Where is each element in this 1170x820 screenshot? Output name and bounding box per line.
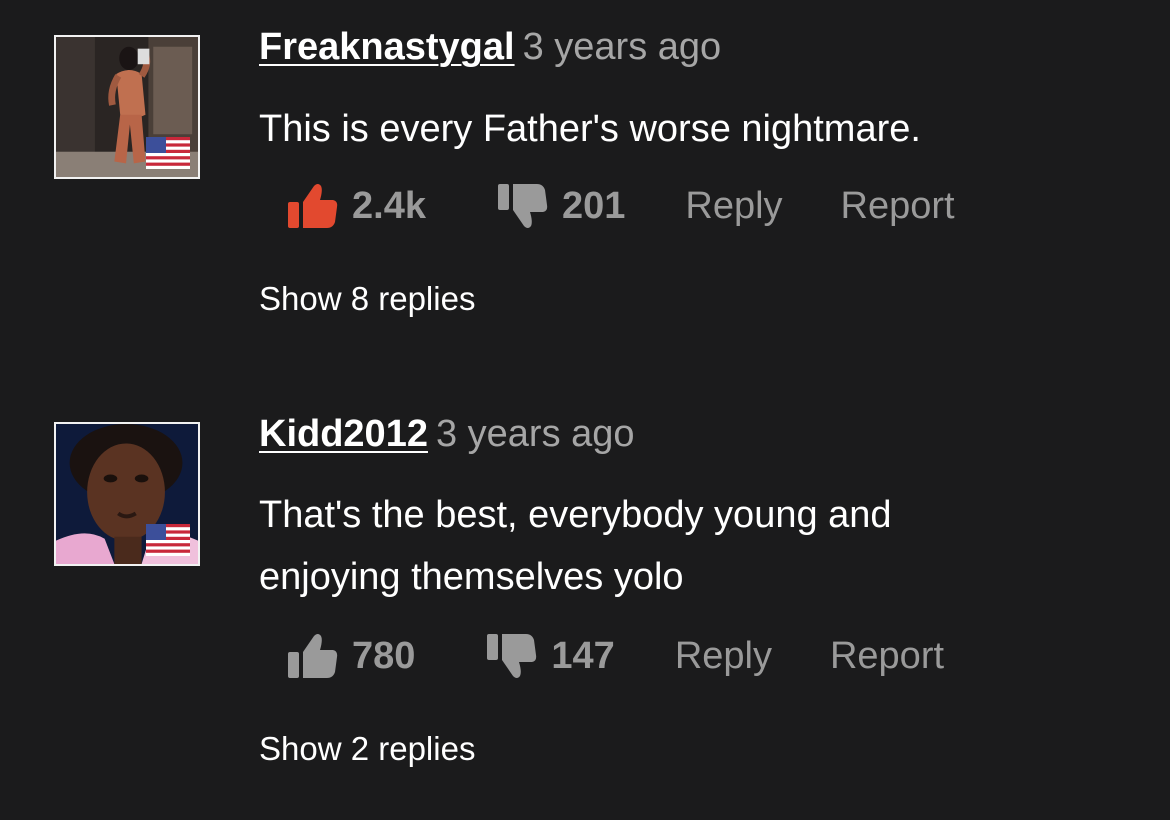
thumbs-down-icon <box>497 184 548 228</box>
comment-actions: 780 147 Reply Report <box>288 631 944 681</box>
reply-button[interactable]: Reply <box>685 185 782 228</box>
like-button[interactable]: 2.4k <box>288 182 426 230</box>
show-replies-link[interactable]: Show 8 replies <box>259 280 475 318</box>
like-count: 2.4k <box>352 184 426 227</box>
username-link[interactable]: Freaknastygal <box>259 26 515 68</box>
us-flag-icon <box>146 137 190 169</box>
thumbs-up-icon <box>288 184 338 228</box>
comment-header: Kidd2012 3 years ago <box>259 413 635 456</box>
like-count: 780 <box>352 634 416 677</box>
thumbs-up-icon <box>288 634 338 678</box>
comment-text: This is every Father's worse nightmare. <box>259 108 921 150</box>
show-replies-link[interactable]: Show 2 replies <box>259 730 475 768</box>
like-button[interactable]: 780 <box>288 632 415 680</box>
timestamp: 3 years ago <box>522 26 722 68</box>
comment-actions: 2.4k 201 Reply Report <box>288 181 955 231</box>
comment-text: That's the best, everybody young and enj… <box>259 494 892 598</box>
thumbs-down-icon <box>487 634 537 678</box>
timestamp: 3 years ago <box>435 413 635 455</box>
dislike-button[interactable]: 201 <box>497 182 626 230</box>
reply-button[interactable]: Reply <box>675 635 772 678</box>
comments-page: Freaknastygal 3 years ago This is every F… <box>0 0 1170 820</box>
report-button[interactable]: Report <box>841 185 955 228</box>
dislike-count: 201 <box>561 184 626 227</box>
us-flag-icon <box>146 524 190 556</box>
dislike-count: 147 <box>551 634 615 677</box>
report-button[interactable]: Report <box>830 635 944 678</box>
comment-header: Freaknastygal 3 years ago <box>259 26 721 69</box>
avatar[interactable] <box>54 422 200 566</box>
username-link[interactable]: Kidd2012 <box>259 413 428 455</box>
avatar[interactable] <box>54 35 200 179</box>
dislike-button[interactable]: 147 <box>487 632 615 680</box>
